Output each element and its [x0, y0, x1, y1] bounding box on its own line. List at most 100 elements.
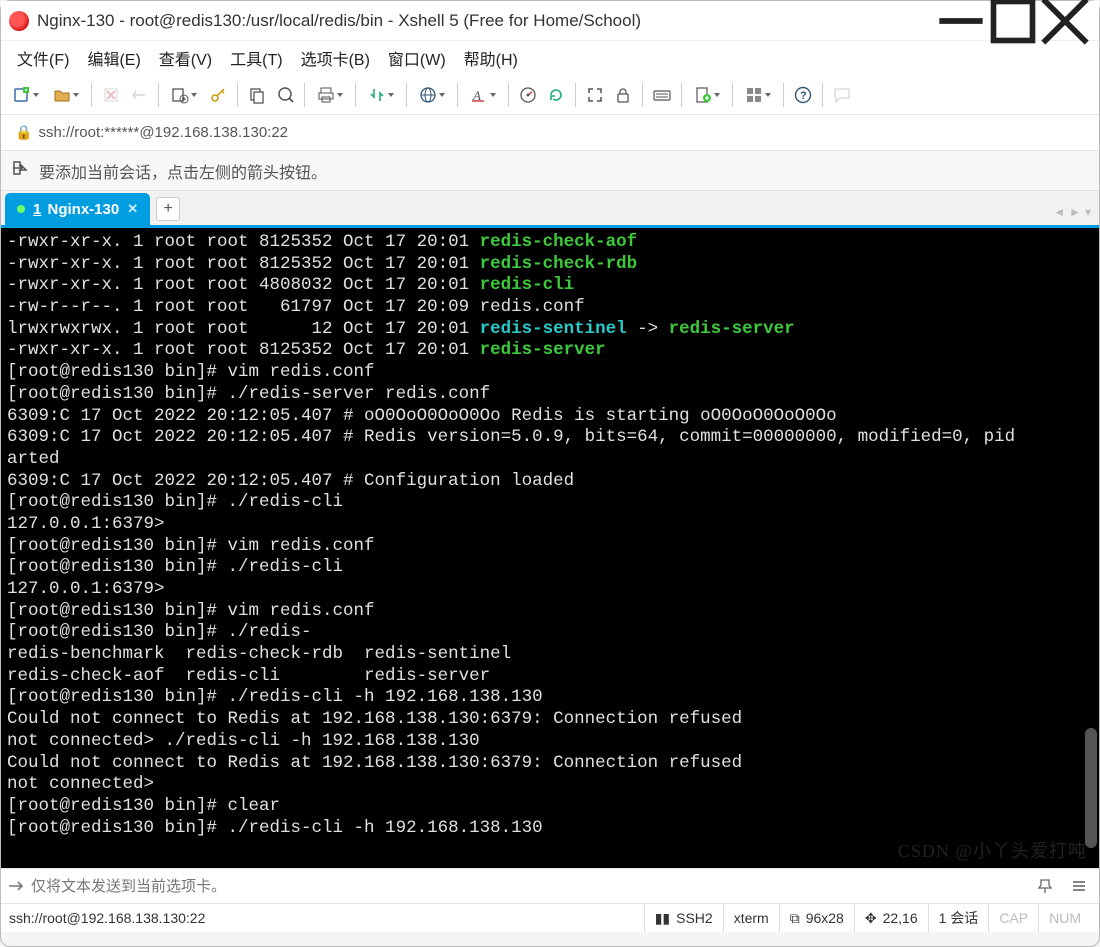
- keyboard-button[interactable]: [649, 82, 675, 108]
- terminal-line: [root@redis130 bin]# vim redis.conf: [7, 601, 1093, 623]
- signal-icon: ▮▮: [655, 910, 670, 927]
- help-button[interactable]: ?: [790, 82, 816, 108]
- transfer-button[interactable]: [362, 82, 400, 108]
- window-controls: [935, 2, 1091, 40]
- address-bar: 🔒 ssh://root:******@192.168.138.130:22: [1, 115, 1099, 151]
- dropdown-caret-icon: [765, 93, 771, 97]
- status-cursor: ✥22,16: [854, 904, 928, 932]
- new-session-button[interactable]: [7, 82, 45, 108]
- tab-status-dot: [17, 205, 25, 213]
- open-session-button[interactable]: [47, 82, 85, 108]
- terminal-line: not connected> ./redis-cli -h 192.168.13…: [7, 731, 1093, 753]
- send-input[interactable]: [31, 878, 1031, 895]
- lock-button[interactable]: [610, 82, 636, 108]
- terminal-line: [root@redis130 bin]# vim redis.conf: [7, 362, 1093, 384]
- menu-item-0[interactable]: 文件(F): [9, 42, 77, 74]
- fullscreen-button[interactable]: [582, 82, 608, 108]
- terminal-line: [root@redis130 bin]# ./redis-: [7, 622, 1093, 644]
- tab-number: 1: [33, 201, 41, 218]
- hint-add-icon[interactable]: [11, 159, 29, 182]
- terminal-line: [root@redis130 bin]# ./redis-cli: [7, 492, 1093, 514]
- menu-item-2[interactable]: 查看(V): [151, 42, 220, 74]
- svg-text:?: ?: [800, 90, 807, 102]
- status-sessions: 1 会话: [928, 904, 989, 932]
- terminal-line: redis-benchmark redis-check-rdb redis-se…: [7, 644, 1093, 666]
- tab-close-icon[interactable]: ✕: [127, 201, 138, 217]
- tab-prev-icon[interactable]: ◄: [1053, 205, 1065, 219]
- terminal-line: arted: [7, 449, 1093, 471]
- tab-nav: ◄ ► ▾: [1053, 205, 1091, 225]
- toolbar-separator: [406, 83, 407, 107]
- dropdown-caret-icon: [490, 93, 496, 97]
- terminal-line: redis-check-aof redis-cli redis-server: [7, 666, 1093, 688]
- tab-next-icon[interactable]: ►: [1069, 205, 1081, 219]
- menu-item-3[interactable]: 工具(T): [222, 42, 290, 74]
- text-style-button[interactable]: A: [464, 82, 502, 108]
- globe-button[interactable]: [413, 82, 451, 108]
- tab-menu-icon[interactable]: ▾: [1085, 205, 1091, 219]
- tab-label: Nginx-130: [48, 201, 120, 218]
- terminal-line: [root@redis130 bin]# ./redis-server redi…: [7, 384, 1093, 406]
- terminal-line: [root@redis130 bin]# ./redis-cli: [7, 557, 1093, 579]
- close-button[interactable]: [1039, 2, 1091, 40]
- toolbar-separator: [508, 83, 509, 107]
- copy-button[interactable]: [244, 82, 270, 108]
- dashboard-button[interactable]: [515, 82, 541, 108]
- terminal-scrollbar[interactable]: [1085, 728, 1097, 848]
- maximize-icon: [987, 0, 1039, 47]
- watermark: CSDN @小丫头爱打吨: [898, 840, 1087, 862]
- paste-button[interactable]: [272, 82, 298, 108]
- new-file-button[interactable]: [688, 82, 726, 108]
- menu-item-5[interactable]: 窗口(W): [380, 42, 454, 74]
- send-pin-button[interactable]: [1031, 873, 1059, 899]
- address-text: ssh://root:******@192.168.138.130:22: [38, 124, 288, 141]
- terminal-line: 127.0.0.1:6379>: [7, 579, 1093, 601]
- toolbar: A?: [1, 75, 1099, 115]
- toolbar-separator: [732, 83, 733, 107]
- terminal-line: [root@redis130 bin]# clear: [7, 796, 1093, 818]
- terminal-line: [root@redis130 bin]# ./redis-cli -h 192.…: [7, 818, 1093, 840]
- terminal-line: -rwxr-xr-x. 1 root root 4808032 Oct 17 2…: [7, 275, 1093, 297]
- hint-text: 要添加当前会话，点击左侧的箭头按钮。: [39, 159, 327, 183]
- terminal-output[interactable]: -rwxr-xr-x. 1 root root 8125352 Oct 17 2…: [1, 228, 1099, 868]
- status-ssh: ▮▮SSH2: [644, 904, 723, 932]
- window-title: Nginx-130 - root@redis130:/usr/local/red…: [37, 11, 935, 31]
- grid-button[interactable]: [739, 82, 777, 108]
- terminal-line: -rw-r--r--. 1 root root 61797 Oct 17 20:…: [7, 297, 1093, 319]
- tabstrip: 1 Nginx-130 ✕ + ◄ ► ▾: [1, 191, 1099, 225]
- status-size: ⧉96x28: [779, 904, 854, 932]
- app-icon: [9, 11, 29, 31]
- toolbar-separator: [822, 83, 823, 107]
- properties-button[interactable]: [165, 82, 203, 108]
- size-icon: ⧉: [790, 910, 800, 927]
- terminal-line: not connected>: [7, 774, 1093, 796]
- minimize-icon: [935, 0, 987, 47]
- terminal-line: -rwxr-xr-x. 1 root root 8125352 Oct 17 2…: [7, 340, 1093, 362]
- send-menu-button[interactable]: [1065, 873, 1093, 899]
- menu-item-6[interactable]: 帮助(H): [456, 42, 526, 74]
- status-term: xterm: [723, 904, 779, 932]
- dropdown-caret-icon: [714, 93, 720, 97]
- status-caps: CAP: [988, 904, 1038, 932]
- menu-item-1[interactable]: 编辑(E): [79, 42, 148, 74]
- tab-add-button[interactable]: +: [156, 197, 180, 221]
- toolbar-separator: [457, 83, 458, 107]
- tab-nginx-130[interactable]: 1 Nginx-130 ✕: [5, 193, 150, 225]
- toolbar-separator: [91, 83, 92, 107]
- dropdown-caret-icon: [439, 93, 445, 97]
- keygen-button[interactable]: [205, 82, 231, 108]
- terminal-line: [root@redis130 bin]# ./redis-cli -h 192.…: [7, 687, 1093, 709]
- dropdown-caret-icon: [337, 93, 343, 97]
- lock-icon: 🔒: [15, 124, 32, 141]
- status-address: ssh://root@192.168.138.130:22: [9, 910, 644, 926]
- address-chip[interactable]: 🔒 ssh://root:******@192.168.138.130:22: [5, 120, 298, 145]
- menu-item-4[interactable]: 选项卡(B): [293, 42, 378, 74]
- maximize-button[interactable]: [987, 2, 1039, 40]
- send-bar: [1, 868, 1099, 904]
- reconnect-button: [98, 82, 124, 108]
- send-icon[interactable]: [1, 878, 31, 894]
- refresh-button[interactable]: [543, 82, 569, 108]
- minimize-button[interactable]: [935, 2, 987, 40]
- print-button[interactable]: [311, 82, 349, 108]
- toolbar-separator: [304, 83, 305, 107]
